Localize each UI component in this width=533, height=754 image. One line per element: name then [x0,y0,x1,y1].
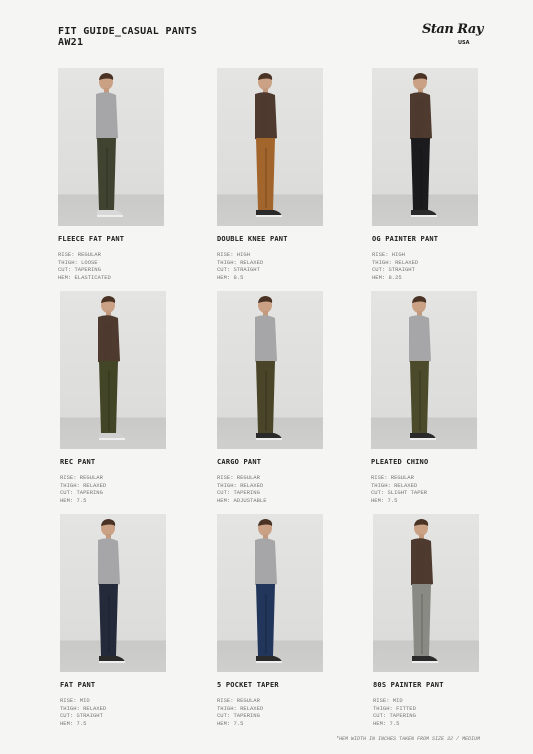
product-specs: RISE: HIGH THIGH: RELAXED CUT: STRAIGHT … [372,251,418,281]
product-specs: RISE: REGULAR THIGH: RELAXED CUT: TAPERI… [60,474,106,504]
spec-cut: CUT: STRAIGHT [372,266,415,273]
spec-cut: CUT: TAPERING [217,489,260,496]
model-figure [255,73,282,217]
model-shoe-sole [412,661,438,663]
product-name: 5 POCKET TAPER [217,681,279,689]
spec-hem: HEM: 8.25 [372,273,402,281]
brand-logo-script: Stan Ray [422,22,483,37]
spec-hem: HEM: 7.5 [217,719,244,727]
model-shoe-sole [99,661,125,663]
model-figure [96,73,123,217]
model-shoe-sole [256,215,282,217]
spec-hem: HEM: ELASTICATED [58,273,111,281]
spec-cut: CUT: TAPERING [60,489,103,496]
spec-rise: RISE: REGULAR [217,474,260,481]
spec-rise: RISE: MID [60,697,90,704]
product-specs: RISE: MID THIGH: FITTED CUT: TAPERING HE… [373,697,416,727]
spec-hem: HEM: 7.5 [373,719,400,727]
spec-thigh: THIGH: RELAXED [371,481,418,489]
spec-hem: HEM: 7.5 [371,496,398,504]
model-shoe-sole [410,438,436,440]
product-photo [58,68,164,226]
spec-thigh: THIGH: LOOSE [58,258,98,266]
model-figure [255,519,282,663]
spec-rise: RISE: HIGH [372,251,406,258]
footnote: *HEM WIDTH IN INCHES TAKEN FROM SIZE 32 … [335,736,480,742]
product-name: DOUBLE KNEE PANT [217,235,288,243]
spec-rise: RISE: HIGH [217,251,251,258]
spec-cut: CUT: SLIGHT TAPER [371,489,428,496]
spec-cut: CUT: STRAIGHT [60,712,103,719]
spec-hem: HEM: 7.5 [60,719,87,727]
model-figure [98,296,125,440]
model-figure [255,296,282,440]
model-figure [409,296,436,440]
spec-thigh: THIGH: RELAXED [217,481,264,489]
model-figure [98,519,125,663]
model-shoe-sole [256,438,282,440]
model-shoe-sole [97,215,123,217]
product-photo [372,68,478,226]
page-title-line2: AW21 [58,37,84,48]
product-name: REC PANT [60,458,96,466]
spec-thigh: THIGH: RELAXED [217,258,264,266]
model-shoe-sole [99,438,125,440]
spec-hem: HEM: 8.5 [217,273,244,281]
spec-cut: CUT: TAPERING [217,712,260,719]
spec-thigh: THIGH: RELAXED [217,704,264,712]
spec-rise: RISE: MID [373,697,403,704]
product-name: 80S PAINTER PANT [373,681,444,689]
spec-hem: HEM: ADJUSTABLE [217,496,267,504]
page-title: FIT GUIDE_CASUAL PANTS AW21 [58,26,197,48]
spec-rise: RISE: REGULAR [58,251,101,258]
model-shoe-sole [256,661,282,663]
brand-logo-usa: USA [458,40,470,46]
product-specs: RISE: REGULAR THIGH: RELAXED CUT: TAPERI… [217,474,267,504]
model-figure [411,519,438,663]
product-specs: RISE: REGULAR THIGH: RELAXED CUT: TAPERI… [217,697,263,727]
spec-cut: CUT: TAPERING [373,712,416,719]
product-photo [60,514,166,672]
spec-thigh: THIGH: RELAXED [60,481,107,489]
spec-thigh: THIGH: FITTED [373,704,416,712]
product-specs: RISE: MID THIGH: RELAXED CUT: STRAIGHT H… [60,697,106,727]
page-title-line1: FIT GUIDE_CASUAL PANTS [58,26,198,37]
product-name: PLEATED CHINO [371,458,429,466]
spec-cut: CUT: TAPERING [58,266,101,273]
product-name: FAT PANT [60,681,96,689]
product-name: OG PAINTER PANT [372,235,439,243]
brand-logo: Stan Ray USA [422,22,483,50]
product-photo [373,514,479,672]
product-photo [217,291,323,449]
product-photo [60,291,166,449]
product-specs: RISE: REGULAR THIGH: LOOSE CUT: TAPERING… [58,251,111,281]
spec-hem: HEM: 7.5 [60,496,87,504]
product-specs: RISE: REGULAR THIGH: RELAXED CUT: SLIGHT… [371,474,427,504]
spec-thigh: THIGH: RELAXED [60,704,107,712]
product-name: FLEECE FAT PANT [58,235,125,243]
product-photo [217,514,323,672]
model-figure [410,73,437,217]
product-photo [217,68,323,226]
product-photo [371,291,477,449]
spec-rise: RISE: REGULAR [60,474,103,481]
product-specs: RISE: HIGH THIGH: RELAXED CUT: STRAIGHT … [217,251,263,281]
model-shoe-sole [411,215,437,217]
spec-thigh: THIGH: RELAXED [372,258,419,266]
spec-cut: CUT: STRAIGHT [217,266,260,273]
spec-rise: RISE: REGULAR [371,474,414,481]
spec-rise: RISE: REGULAR [217,697,260,704]
product-name: CARGO PANT [217,458,262,466]
